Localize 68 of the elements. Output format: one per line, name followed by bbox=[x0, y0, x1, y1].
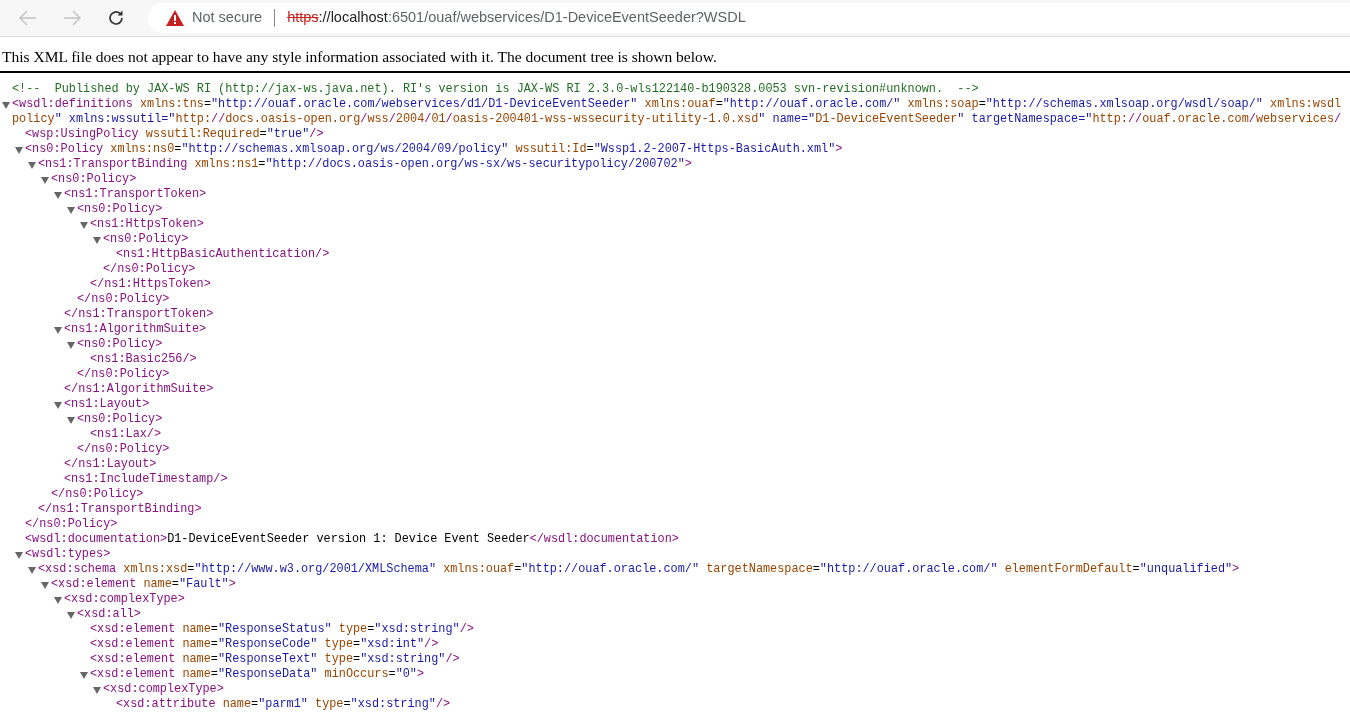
xml-line: <wsdl:types> bbox=[25, 547, 111, 563]
xml-line: </ns1:HttpsToken> bbox=[90, 277, 211, 293]
collapse-triangle-icon[interactable] bbox=[28, 567, 36, 575]
xml-line: <xsd:element name="ResponseCode" type="xsd:int"/> bbox=[90, 637, 439, 653]
xml-line: <ns1:Layout> bbox=[64, 397, 150, 413]
collapse-triangle-icon[interactable] bbox=[93, 237, 101, 245]
collapse-triangle-icon[interactable] bbox=[67, 342, 75, 350]
xml-line: <ns0:Policy xmlns:ns0="http://schemas.xmlsoap.org/ws/2004/09/policy" wssutil:Id="Wssp1.2-2007-Https-BasicAuth.xml"> bbox=[25, 142, 843, 158]
collapse-triangle-icon[interactable] bbox=[93, 687, 101, 695]
not-secure-label[interactable]: Not secure bbox=[192, 7, 263, 29]
xml-line: <xsd:element name="Fault"> bbox=[51, 577, 236, 593]
reload-icon bbox=[107, 9, 125, 27]
collapse-triangle-icon[interactable] bbox=[15, 147, 23, 155]
collapse-triangle-icon[interactable] bbox=[2, 102, 10, 110]
xml-line: <wsdl:definitions xmlns:tns="http://ouaf.oracle.com/webservices/d1/D1-DeviceEventSeeder" xmlns:ouaf="http://ouaf.oracle.com/" xmlns:soap="http://schemas.xmlsoap.org/wsdl/soap/" xmlns:wsdl bbox=[12, 97, 1342, 113]
xml-line: </ns0:Policy> bbox=[77, 367, 170, 383]
collapse-triangle-icon[interactable] bbox=[80, 672, 88, 680]
xml-line: </ns1:Layout> bbox=[64, 457, 157, 473]
url-text[interactable]: https://localhost:6501/ouaf/webservices/D1-DeviceEventSeeder?WSDL bbox=[287, 7, 746, 29]
xml-line: <ns1:TransportBinding xmlns:ns1="http://docs.oasis-open.org/ws-sx/ws-securitypolicy/200702"> bbox=[38, 157, 692, 173]
xml-line: <ns0:Policy> bbox=[77, 337, 163, 353]
xml-line: <ns1:AlgorithmSuite> bbox=[64, 322, 207, 338]
xml-line: </ns1:TransportToken> bbox=[64, 307, 214, 323]
xml-line: <xsd:schema xmlns:xsd="http://www.w3.org/2001/XMLSchema" xmlns:ouaf="http://ouaf.oracle.com/" targetNamespace="http://ouaf.oracle.com/" elementFormDefault="unqualified"> bbox=[38, 562, 1240, 578]
collapse-triangle-icon[interactable] bbox=[54, 327, 62, 335]
xml-line: <xsd:attribute name="parm1" type="xsd:string"/> bbox=[116, 697, 451, 713]
xml-line: </ns0:Policy> bbox=[77, 442, 170, 458]
xml-line: <wsdl:documentation>D1-DeviceEventSeeder version 1: Device Event Seeder</wsdl:documentation> bbox=[25, 532, 679, 548]
back-arrow-icon bbox=[19, 10, 37, 26]
xml-line: <ns1:Lax/> bbox=[90, 427, 162, 443]
collapse-triangle-icon[interactable] bbox=[67, 207, 75, 215]
collapse-triangle-icon[interactable] bbox=[15, 552, 23, 560]
xml-line: <wsp:UsingPolicy wssutil:Required="true"/> bbox=[25, 127, 324, 143]
xml-line: <xsd:complexType> bbox=[64, 592, 185, 608]
xml-line: <ns1:HttpsToken> bbox=[90, 217, 204, 233]
collapse-triangle-icon[interactable] bbox=[41, 177, 49, 185]
xml-line: <ns1:Basic256/> bbox=[90, 352, 197, 368]
xml-line: <xsd:element name="ResponseStatus" type="xsd:string"/> bbox=[90, 622, 474, 638]
xml-line: <xsd:element name="ResponseText" type="xsd:string"/> bbox=[90, 652, 460, 668]
xml-notice-text: This XML file does not appear to have any style information associated with it. The document tree is shown below. bbox=[0, 37, 1350, 74]
forward-arrow-icon bbox=[63, 10, 81, 26]
xml-line: <xsd:all> bbox=[77, 607, 141, 623]
xml-line: </ns0:Policy> bbox=[51, 487, 144, 503]
collapse-triangle-icon[interactable] bbox=[67, 417, 75, 425]
xml-line: <ns1:TransportToken> bbox=[64, 187, 207, 203]
xml-line: </ns0:Policy> bbox=[103, 262, 196, 278]
xml-line: <ns0:Policy> bbox=[103, 232, 189, 248]
xml-line: <ns0:Policy> bbox=[77, 202, 163, 218]
collapse-triangle-icon[interactable] bbox=[54, 402, 62, 410]
address-bar[interactable]: Not secure https://localhost:6501/ouaf/webservices/D1-DeviceEventSeeder?WSDL bbox=[148, 3, 1350, 33]
xml-line: <xsd:element name="ResponseData" minOccurs="0"> bbox=[90, 667, 425, 683]
xml-line: <ns1:IncludeTimestamp/> bbox=[64, 472, 228, 488]
xml-line: </ns0:Policy> bbox=[77, 292, 170, 308]
xml-line: </ns1:TransportBinding> bbox=[38, 502, 202, 518]
xml-line: <ns1:HttpBasicAuthentication/> bbox=[116, 247, 330, 263]
xml-line: <ns0:Policy> bbox=[51, 172, 137, 188]
xml-comment: <!-- Published by JAX-WS RI (http://jax-ws.java.net). RI's version is JAX-WS RI 2.3.0-wls122140-b190328.0053 svn-revision#unknown. --> bbox=[12, 82, 979, 98]
xml-line: policy" xmlns:wssutil="http://docs.oasis-open.org/wss/2004/01/oasis-200401-wss-wssecurity-utility-1.0.xsd" name="D1-DeviceEventSeeder" targetNamespace="http://ouaf.oracle.com/webservices/ bbox=[12, 112, 1342, 128]
xml-line: </ns1:AlgorithmSuite> bbox=[64, 382, 214, 398]
collapse-triangle-icon[interactable] bbox=[28, 162, 36, 170]
xml-line: </ns0:Policy> bbox=[25, 517, 118, 533]
xml-line: <xsd:complexType> bbox=[103, 682, 224, 698]
collapse-triangle-icon[interactable] bbox=[80, 222, 88, 230]
collapse-triangle-icon[interactable] bbox=[54, 597, 62, 605]
collapse-triangle-icon[interactable] bbox=[54, 192, 62, 200]
collapse-triangle-icon[interactable] bbox=[67, 612, 75, 620]
collapse-triangle-icon[interactable] bbox=[41, 582, 49, 590]
xml-line: <ns0:Policy> bbox=[77, 412, 163, 428]
